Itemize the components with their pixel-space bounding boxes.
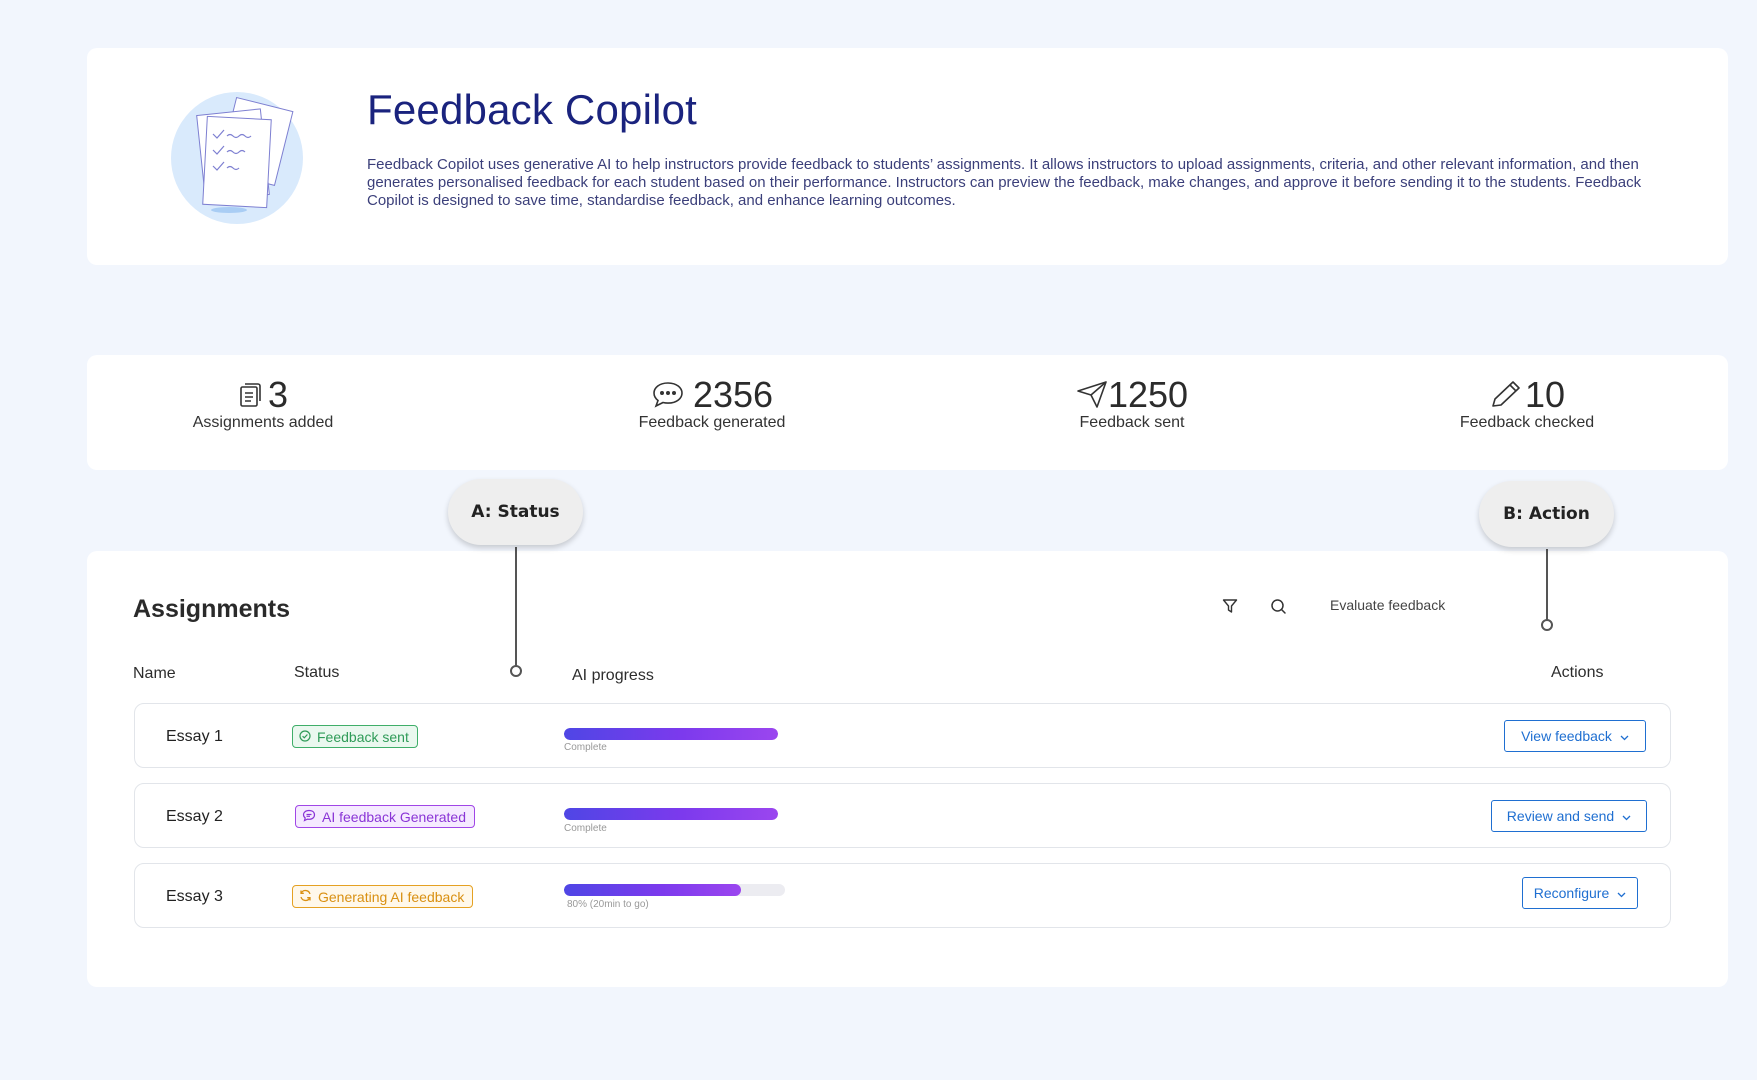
action-label: View feedback [1521, 728, 1612, 744]
callout-a-status: A: Status [448, 479, 583, 545]
stat-label: Assignments added [192, 414, 334, 431]
column-header-actions: Actions [1551, 664, 1604, 681]
pencil-icon [1489, 380, 1521, 413]
status-badge: Generating AI feedback [292, 885, 474, 908]
app-description: Feedback Copilot uses generative AI to h… [367, 156, 1642, 209]
stat-value: 3 [267, 374, 289, 415]
table-row: Essay 2 AI feedback Generated Complete R… [134, 783, 1671, 848]
section-title: Assignments [133, 595, 290, 623]
ai-progress-fill [564, 808, 778, 820]
table-row: Essay 1 Feedback sent Complete View feed… [134, 703, 1671, 768]
check-circle-icon [299, 729, 311, 745]
status-badge: Feedback sent [292, 725, 418, 748]
progress-caption: 80% (20min to go) [567, 899, 649, 910]
status-label: Generating AI feedback [318, 888, 465, 905]
stat-label: Feedback sent [1079, 414, 1185, 431]
search-icon[interactable] [1270, 598, 1287, 620]
documents-checklist-icon [167, 88, 307, 228]
action-label: Review and send [1506, 808, 1615, 824]
refresh-icon [299, 889, 312, 905]
ai-progress-fill [564, 884, 741, 896]
chat-bubble-icon [302, 809, 316, 825]
stat-feedback-checked: 10 Feedback checked [1452, 377, 1602, 432]
assignment-name: Essay 3 [166, 888, 223, 905]
ai-progress-bar [564, 808, 778, 820]
status-label: Feedback sent [317, 728, 409, 745]
stat-value: 10 [1524, 374, 1566, 415]
column-header-name: Name [133, 665, 176, 682]
review-and-send-button[interactable]: Review and send [1491, 800, 1647, 832]
status-label: AI feedback Generated [322, 808, 466, 825]
column-header-ai-progress: AI progress [572, 667, 654, 684]
column-header-status: Status [294, 664, 340, 681]
stat-value: 1250 [1107, 374, 1189, 415]
chevron-down-icon [1620, 728, 1629, 744]
callout-b-action: B: Action [1479, 481, 1614, 547]
filter-icon[interactable] [1222, 598, 1238, 619]
action-label: Reconfigure [1533, 885, 1610, 901]
assignment-name: Essay 1 [166, 728, 223, 745]
callout-b-anchor [1541, 619, 1553, 631]
stat-value: 2356 [692, 374, 774, 415]
ai-progress-fill [564, 728, 778, 740]
callout-a-connector [515, 547, 517, 666]
reconfigure-button[interactable]: Reconfigure [1522, 877, 1638, 909]
chat-bubble-icon [651, 380, 685, 413]
callout-b-connector [1546, 549, 1548, 624]
evaluate-feedback-button[interactable]: Evaluate feedback [1330, 597, 1445, 613]
status-badge: AI feedback Generated [295, 805, 475, 828]
ai-progress-bar [564, 884, 785, 896]
stats-card: 3 Assignments added 2356 Feedback genera… [87, 355, 1728, 470]
stat-label: Feedback generated [638, 414, 786, 431]
table-row: Essay 3 Generating AI feedback 80% (20mi… [134, 863, 1671, 928]
chevron-down-icon [1617, 885, 1626, 901]
progress-caption: Complete [564, 823, 607, 834]
document-icon [238, 382, 264, 413]
stat-feedback-generated: 2356 Feedback generated [632, 377, 792, 432]
assignment-name: Essay 2 [166, 808, 223, 825]
ai-progress-bar [564, 728, 778, 740]
send-icon [1076, 380, 1108, 413]
header-card: Feedback Copilot Feedback Copilot uses g… [87, 48, 1728, 265]
stat-label: Feedback checked [1459, 414, 1595, 431]
view-feedback-button[interactable]: View feedback [1504, 720, 1646, 752]
progress-caption: Complete [564, 742, 607, 753]
callout-a-anchor [510, 665, 522, 677]
stat-assignments-added: 3 Assignments added [188, 377, 338, 432]
page-title: Feedback Copilot [367, 86, 698, 133]
chevron-down-icon [1622, 808, 1631, 824]
assignments-card: Assignments Evaluate feedback Name Statu… [87, 551, 1728, 987]
stat-feedback-sent: 1250 Feedback sent [1057, 377, 1207, 432]
